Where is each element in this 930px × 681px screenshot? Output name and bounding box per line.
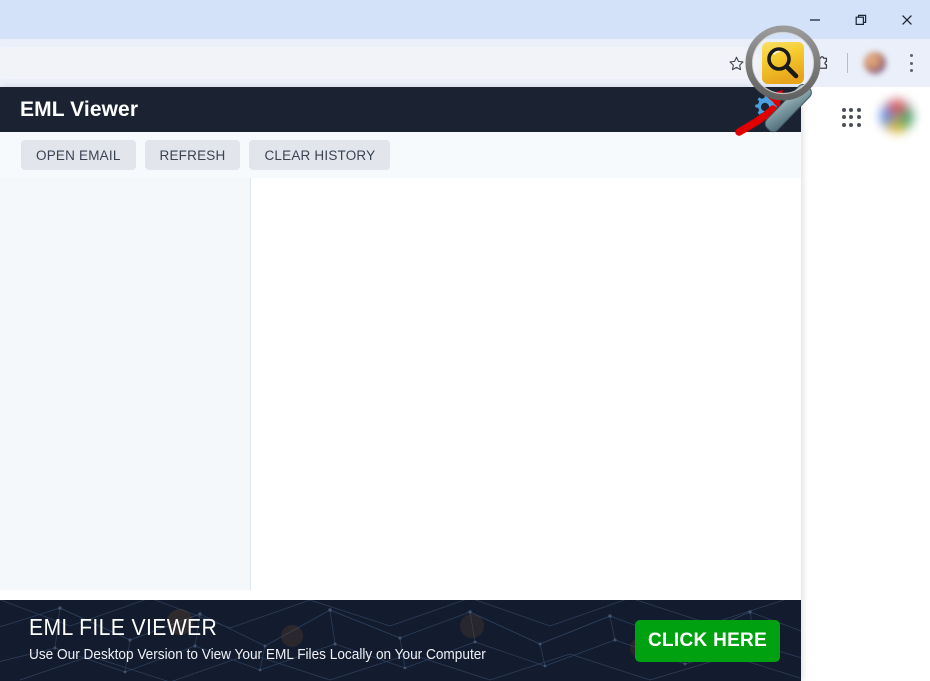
grid-dot [841, 107, 846, 112]
bookmark-star-button[interactable] [722, 48, 750, 78]
clear-history-button[interactable]: CLEAR HISTORY [249, 140, 391, 170]
open-email-button[interactable]: OPEN EMAIL [21, 140, 136, 170]
eml-viewer-popup: EML Viewer OPEN EMAIL REFRESH CLEAR HIST… [0, 87, 801, 681]
kebab-dot [909, 61, 913, 65]
gear-icon[interactable] [750, 92, 780, 122]
address-bar[interactable] [0, 47, 760, 79]
page-title: EML Viewer [20, 97, 139, 121]
extensions-puzzle-icon [815, 55, 827, 69]
grid-dot [857, 107, 862, 112]
grid-dot [857, 115, 862, 120]
app-toolbar: OPEN EMAIL REFRESH CLEAR HISTORY [0, 132, 801, 178]
kebab-dot [909, 69, 913, 72]
email-list-sidebar[interactable] [0, 178, 251, 590]
promo-text-block: EML FILE VIEWER Use Our Desktop Version … [29, 613, 515, 665]
promo-subtitle: Use Our Desktop Version to View Your EML… [29, 647, 486, 663]
profile-avatar[interactable] [864, 52, 886, 74]
email-content-pane[interactable] [251, 178, 801, 590]
close-icon [902, 14, 912, 25]
grid-dot [857, 123, 862, 128]
kebab-dot [909, 54, 913, 57]
window-controls [792, 0, 930, 39]
extensions-button[interactable] [806, 48, 836, 78]
bookmark-star-icon [728, 56, 744, 70]
chrome-menu-button[interactable] [903, 52, 919, 74]
grid-dot [841, 115, 846, 120]
grid-dot [849, 107, 854, 112]
grid-dot [849, 115, 854, 120]
click-here-button[interactable]: CLICK HERE [635, 620, 780, 662]
refresh-button[interactable]: REFRESH [144, 140, 241, 170]
window-titlebar [0, 0, 930, 39]
app-body [0, 178, 801, 590]
browser-toolbar [0, 39, 930, 87]
minimize-button[interactable] [792, 0, 838, 39]
restore-button[interactable] [838, 0, 884, 39]
grid-dot [849, 123, 854, 128]
google-account-avatar[interactable] [880, 99, 914, 133]
browser-window: EML Viewer OPEN EMAIL REFRESH CLEAR HIST… [0, 0, 930, 681]
app-header: EML Viewer [0, 87, 801, 132]
promo-title: EML FILE VIEWER [29, 614, 218, 640]
minimize-icon [810, 18, 820, 21]
restore-icon [855, 14, 867, 25]
toolbar-divider [847, 53, 848, 73]
grid-dot [841, 123, 846, 128]
close-button[interactable] [884, 0, 930, 39]
google-apps-grid-icon[interactable] [841, 107, 862, 128]
